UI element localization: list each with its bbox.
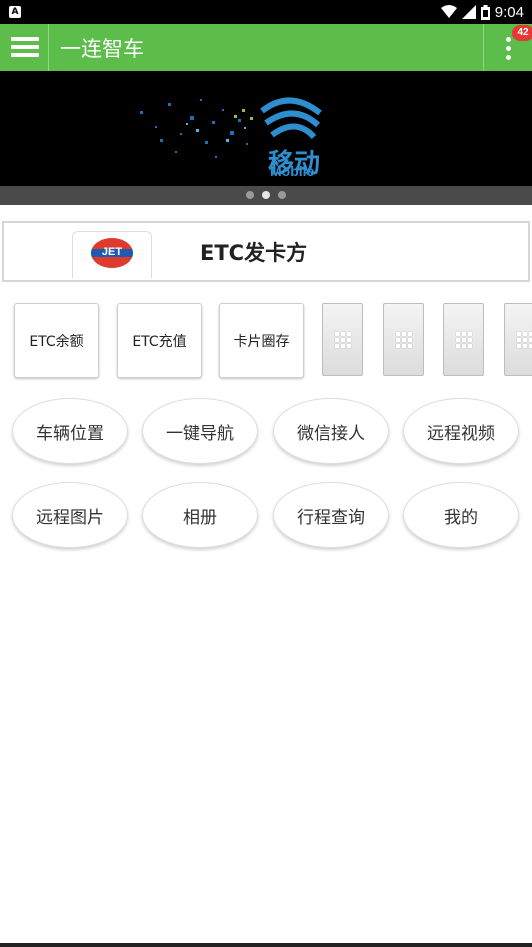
album-button[interactable]: 相册 — [142, 482, 258, 548]
bottom-divider — [0, 943, 532, 947]
card-load-button[interactable]: 卡片圈存 — [219, 303, 304, 378]
banner-art — [140, 97, 322, 158]
notification-icon: A — [9, 6, 21, 18]
wifi-icon — [440, 5, 457, 18]
etc-balance-button[interactable]: ETC余额 — [14, 303, 99, 378]
placeholder-button[interactable] — [443, 303, 484, 376]
placeholder-button[interactable] — [504, 303, 532, 376]
remote-video-button[interactable]: 远程视频 — [403, 398, 519, 464]
grid-icon — [396, 332, 412, 348]
menu-button[interactable] — [0, 24, 49, 71]
carousel-pager — [0, 191, 532, 199]
battery-icon — [480, 4, 490, 20]
signal-icon — [461, 5, 476, 19]
clock: 9:04 — [494, 3, 524, 21]
etc-issuer-card[interactable]: JET ETC发卡方 — [2, 221, 530, 282]
grid-icon — [456, 332, 472, 348]
remote-picture-button[interactable]: 远程图片 — [12, 482, 128, 548]
one-key-navigation-button[interactable]: 一键导航 — [142, 398, 258, 464]
app-title: 一连智车 — [60, 37, 144, 61]
trip-query-button[interactable]: 行程查询 — [273, 482, 389, 548]
vehicle-location-button[interactable]: 车辆位置 — [12, 398, 128, 464]
placeholder-button[interactable] — [322, 303, 363, 376]
etc-logo: JET — [72, 231, 152, 278]
banner-subtitle: Mobile — [270, 163, 315, 179]
pager-dot[interactable] — [246, 191, 254, 199]
etc-card-title: ETC发卡方 — [200, 241, 308, 265]
status-indicators: 9:04 — [440, 3, 524, 21]
etc-recharge-button[interactable]: ETC充值 — [117, 303, 202, 378]
pager-dot[interactable] — [278, 191, 286, 199]
grid-icon — [335, 332, 351, 348]
pager-dot-active[interactable] — [262, 191, 270, 199]
banner-pager-bar — [0, 186, 532, 205]
banner-carousel[interactable]: 移动 Mobile — [0, 71, 532, 205]
status-bar: A 9:04 — [0, 0, 532, 24]
my-profile-button[interactable]: 我的 — [403, 482, 519, 548]
more-options-button[interactable]: 42 — [483, 24, 532, 71]
notification-badge: 42 — [512, 25, 532, 41]
grid-icon — [517, 332, 532, 348]
wechat-pickup-button[interactable]: 微信接人 — [273, 398, 389, 464]
app-bar: 一连智车 42 — [0, 24, 532, 71]
jet-logo-icon: JET — [91, 238, 133, 268]
placeholder-button[interactable] — [383, 303, 424, 376]
